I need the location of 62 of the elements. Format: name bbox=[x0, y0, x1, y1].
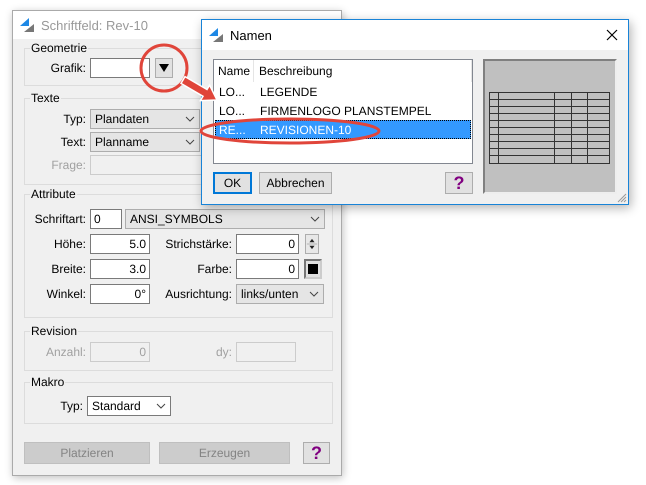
field-label: Höhe: bbox=[52, 237, 87, 251]
field-label: Breite: bbox=[50, 262, 87, 276]
group-title: Revision bbox=[30, 324, 78, 338]
triangle-down-icon bbox=[159, 64, 169, 72]
input-field[interactable]: 0 bbox=[90, 209, 122, 229]
field-label: Ausrichtung: bbox=[164, 287, 233, 301]
color-button[interactable] bbox=[304, 259, 322, 279]
field-label: Anzahl: bbox=[44, 345, 87, 359]
group-title: Texte bbox=[30, 91, 61, 105]
help-button[interactable]: ? bbox=[303, 442, 330, 464]
description-cell-text: REVISIONEN-10 bbox=[259, 122, 352, 136]
chevron-icon bbox=[185, 139, 195, 145]
field-label: Farbe: bbox=[196, 262, 233, 276]
spinner-icon[interactable] bbox=[305, 234, 319, 254]
chevron-icon bbox=[185, 116, 195, 122]
window-title: Schriftfeld: Rev-10 bbox=[41, 18, 148, 32]
field-label: Frage: bbox=[50, 158, 87, 172]
dropdown[interactable]: links/unten bbox=[236, 284, 324, 304]
description-cell-text: LEGENDE bbox=[259, 84, 318, 98]
field-label: Strichstärke: bbox=[164, 237, 233, 251]
field-label: Text: bbox=[60, 135, 87, 149]
dropdown[interactable]: Plandaten bbox=[90, 109, 200, 129]
field-label: Typ: bbox=[62, 112, 87, 126]
dialog-button[interactable]: Abbrechen bbox=[259, 172, 332, 194]
window-title: Namen bbox=[230, 28, 272, 42]
field-label: Winkel: bbox=[46, 287, 87, 301]
group-title: Attribute bbox=[30, 187, 77, 201]
input-field[interactable] bbox=[90, 58, 150, 78]
chevron-icon bbox=[309, 291, 319, 297]
field-label: Grafik: bbox=[50, 61, 87, 75]
column-header[interactable]: Name bbox=[214, 60, 254, 82]
dropdown[interactable]: Standard bbox=[87, 396, 171, 416]
dropdown[interactable]: ANSI_SYMBOLS bbox=[125, 209, 325, 229]
app-icon bbox=[208, 27, 224, 43]
description-cell-text: FIRMENLOGO PLANSTEMPEL bbox=[259, 104, 432, 118]
group-title: Makro bbox=[30, 375, 66, 389]
help-button[interactable]: ? bbox=[445, 172, 473, 194]
input-field[interactable]: 5.0 bbox=[90, 234, 150, 254]
app-icon bbox=[19, 17, 35, 33]
input-field[interactable] bbox=[236, 342, 296, 362]
input-field[interactable]: 0 bbox=[236, 259, 299, 279]
field-label: Typ: bbox=[59, 399, 84, 413]
field-label: dy: bbox=[214, 345, 233, 359]
dropdown-button[interactable] bbox=[155, 58, 173, 78]
dropdown[interactable]: Planname bbox=[90, 132, 200, 152]
name-cell-text: RE... bbox=[218, 122, 247, 136]
list-row[interactable]: LO... FIRMENLOGO PLANSTEMPEL bbox=[215, 101, 471, 120]
chevron-icon bbox=[156, 403, 166, 409]
dialog-button[interactable]: OK bbox=[213, 172, 252, 194]
highlight-circle bbox=[140, 44, 188, 92]
column-header[interactable]: Beschreibung bbox=[254, 60, 472, 82]
list-row[interactable]: LO... LEGENDE bbox=[215, 82, 471, 101]
input-field[interactable]: 0 bbox=[236, 234, 299, 254]
group-title: Geometrie bbox=[30, 41, 88, 55]
resize-grip-icon[interactable] bbox=[617, 193, 627, 203]
name-cell-text: LO... bbox=[218, 84, 246, 98]
close-icon[interactable] bbox=[606, 29, 618, 41]
chevron-icon bbox=[310, 216, 320, 222]
input-field[interactable]: 0° bbox=[90, 284, 150, 304]
name-cell-text: LO... bbox=[218, 104, 246, 118]
field-label: Schriftart: bbox=[34, 212, 87, 226]
input-field[interactable]: 3.0 bbox=[90, 259, 150, 279]
